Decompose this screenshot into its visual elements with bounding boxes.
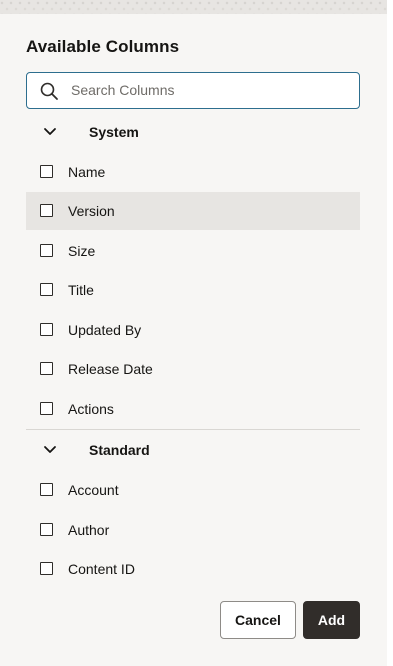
column-option-label: Name [68, 164, 106, 180]
chevron-down-icon[interactable] [42, 442, 58, 458]
column-option-title[interactable]: Title [26, 271, 360, 309]
dialog-title: Available Columns [26, 37, 180, 56]
checkbox[interactable] [40, 204, 53, 217]
column-option-label: Title [68, 282, 94, 298]
checkbox[interactable] [40, 244, 53, 257]
column-option-label: Release Date [68, 361, 153, 377]
column-option-label: Actions [68, 401, 114, 417]
column-option-size[interactable]: Size [26, 232, 360, 270]
group-header-system[interactable]: System [26, 117, 360, 147]
checkbox[interactable] [40, 483, 53, 496]
column-option-account[interactable]: Account [26, 471, 360, 509]
available-columns-dialog: Available Columns System Name Version Si… [0, 0, 387, 666]
checkbox[interactable] [40, 323, 53, 336]
column-option-label: Updated By [68, 322, 142, 338]
checkbox[interactable] [40, 402, 53, 415]
cancel-button[interactable]: Cancel [220, 601, 296, 639]
search-input[interactable] [71, 73, 351, 107]
search-icon [40, 82, 58, 100]
group-label: Standard [89, 442, 150, 458]
column-option-label: Author [68, 522, 110, 538]
page-edge [387, 0, 393, 666]
group-header-standard[interactable]: Standard [26, 435, 360, 465]
column-option-release-date[interactable]: Release Date [26, 350, 360, 388]
column-option-version[interactable]: Version [26, 192, 360, 230]
column-option-content-id[interactable]: Content ID [26, 550, 360, 588]
group-divider [26, 429, 360, 430]
column-option-label: Account [68, 482, 119, 498]
checkbox[interactable] [40, 362, 53, 375]
column-option-author[interactable]: Author [26, 511, 360, 549]
chevron-down-icon[interactable] [42, 124, 58, 140]
column-option-updated-by[interactable]: Updated By [26, 311, 360, 349]
column-option-actions[interactable]: Actions [26, 390, 360, 428]
background-strip [0, 0, 387, 14]
column-option-label: Size [68, 243, 96, 259]
search-field[interactable] [26, 72, 360, 109]
checkbox[interactable] [40, 562, 53, 575]
group-label: System [89, 124, 139, 140]
checkbox[interactable] [40, 523, 53, 536]
column-option-label: Content ID [68, 561, 135, 577]
checkbox[interactable] [40, 165, 53, 178]
checkbox[interactable] [40, 283, 53, 296]
column-option-name[interactable]: Name [26, 153, 360, 191]
add-button[interactable]: Add [303, 601, 360, 639]
column-option-label: Version [68, 203, 115, 219]
